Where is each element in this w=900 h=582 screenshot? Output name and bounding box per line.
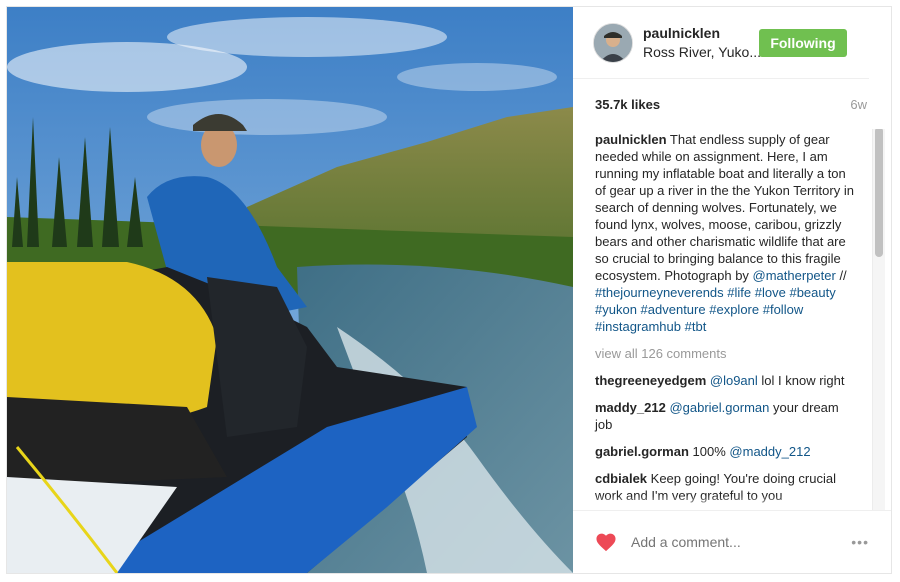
hashtag[interactable]: #explore	[709, 302, 759, 317]
username[interactable]: paulnicklen	[643, 25, 759, 41]
caption-username[interactable]: paulnicklen	[595, 132, 667, 147]
location[interactable]: Ross River, Yuko...	[643, 44, 761, 60]
comment-mention[interactable]: @maddy_212	[729, 444, 810, 459]
view-all-comments-link[interactable]: view all 126 comments	[595, 346, 727, 361]
comment-username[interactable]: cdbialek	[595, 471, 647, 486]
post-age[interactable]: 6w	[850, 97, 867, 112]
heart-icon[interactable]	[595, 532, 617, 552]
comment: thegreeneyedgem @lo9anl lol I know right	[595, 372, 857, 389]
instagram-post: paulnicklen Ross River, Yuko... Followin…	[6, 6, 892, 574]
user-meta: paulnicklen Ross River, Yuko...	[643, 25, 761, 60]
likes-count[interactable]: 35.7k likes	[595, 97, 660, 112]
avatar-image	[594, 23, 632, 62]
hashtag[interactable]: #love	[755, 285, 786, 300]
comment: gabriel.gorman 100% @maddy_212	[595, 443, 857, 460]
hashtag[interactable]: #thejourneyneverends	[595, 285, 724, 300]
view-all-comments: view all 126 comments	[595, 345, 857, 362]
more-options-icon[interactable]: •••	[851, 534, 869, 550]
add-comment-row: •••	[573, 510, 891, 573]
post-header: paulnicklen Ross River, Yuko... Followin…	[573, 7, 869, 79]
hashtag[interactable]: #tbt	[685, 319, 707, 334]
hashtag[interactable]: #life	[727, 285, 751, 300]
caption-text: That endless supply of gear needed while…	[595, 132, 854, 283]
add-comment-input[interactable]	[629, 533, 852, 551]
comments-scrollbar[interactable]	[872, 129, 885, 510]
likes-row: 35.7k likes 6w	[573, 79, 891, 129]
hashtag[interactable]: #yukon	[595, 302, 637, 317]
post-sidebar: paulnicklen Ross River, Yuko... Followin…	[573, 7, 891, 573]
comment-username[interactable]: gabriel.gorman	[595, 444, 689, 459]
hashtag[interactable]: #beauty	[789, 285, 835, 300]
comments-fade	[573, 496, 891, 510]
hashtag[interactable]: #adventure	[641, 302, 706, 317]
post-photo[interactable]	[7, 7, 573, 573]
comment-text: lol I know right	[757, 373, 845, 388]
avatar[interactable]	[593, 22, 633, 63]
comment-username[interactable]: maddy_212	[595, 400, 666, 415]
comment-mention[interactable]: @lo9anl	[710, 373, 758, 388]
following-button[interactable]: Following	[759, 28, 847, 57]
comment: maddy_212 @gabriel.gorman your dream job	[595, 399, 857, 433]
comment-username[interactable]: thegreeneyedgem	[595, 373, 706, 388]
caption-mention[interactable]: @matherpeter	[753, 268, 836, 283]
comment-mention[interactable]: @gabriel.gorman	[669, 400, 769, 415]
hashtag[interactable]: #follow	[763, 302, 803, 317]
photo-scene	[7, 7, 573, 573]
scrollbar-thumb[interactable]	[875, 129, 883, 257]
comment-text-prefix: 100%	[692, 444, 730, 459]
comments-list[interactable]: paulnicklen That endless supply of gear …	[573, 129, 891, 510]
caption-separator: //	[835, 268, 847, 283]
caption: paulnicklen That endless supply of gear …	[595, 131, 857, 335]
hashtag[interactable]: #instagramhub	[595, 319, 681, 334]
